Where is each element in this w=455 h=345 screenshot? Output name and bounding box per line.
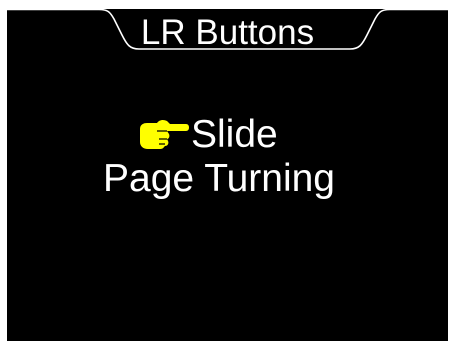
header-title: LR Buttons: [140, 13, 315, 52]
device-screen: LR Buttons Slide Page Turning: [7, 9, 448, 341]
pointing-hand-icon: [140, 119, 189, 149]
menu-item-page-turning-label: Page Turning: [103, 157, 336, 200]
menu-item-slide[interactable]: Slide: [137, 113, 278, 157]
menu-item-page-turning[interactable]: Page Turning: [103, 157, 335, 201]
menu-item-slide-label: Slide: [191, 113, 278, 156]
